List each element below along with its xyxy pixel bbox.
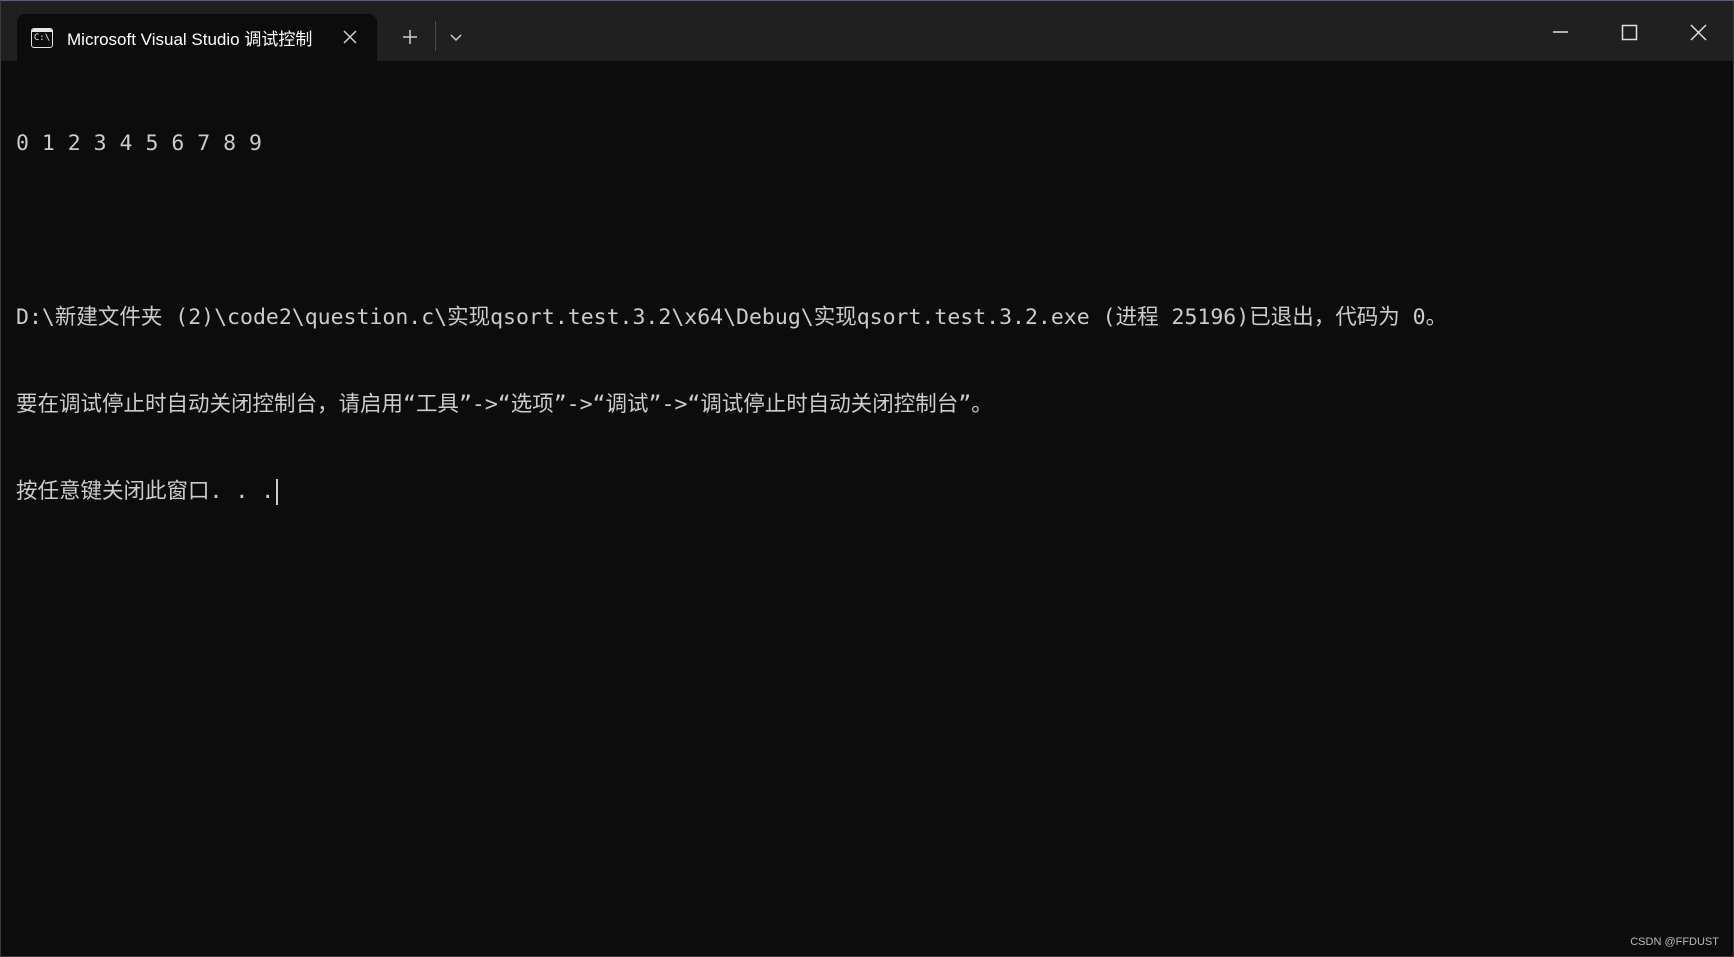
console-icon-text: C:\ <box>33 32 51 43</box>
console-line: D:\新建文件夹 (2)\code2\question.c\实现qsort.te… <box>16 305 1448 330</box>
console-line: 要在调试停止时自动关闭控制台，请启用“工具”->“选项”->“调试”->“调试停… <box>16 392 993 417</box>
console-output[interactable]: 0 1 2 3 4 5 6 7 8 9 D:\新建文件夹 (2)\code2\q… <box>16 71 1723 564</box>
title-bar[interactable]: C:\ Microsoft Visual Studio 调试控制台 <box>1 1 1733 61</box>
chevron-down-icon[interactable] <box>441 21 471 53</box>
maximize-icon[interactable] <box>1606 13 1652 51</box>
close-icon[interactable] <box>1675 13 1721 51</box>
plus-icon[interactable] <box>394 21 426 53</box>
console-line: 按任意键关闭此窗口. . . <box>16 479 275 504</box>
console-line: 0 1 2 3 4 5 6 7 8 9 <box>16 131 262 156</box>
tab-title: Microsoft Visual Studio 调试控制台 <box>67 30 313 49</box>
console-prompt-line: 按任意键关闭此窗口. . . <box>16 477 1723 506</box>
terminal-window: C:\ Microsoft Visual Studio 调试控制台 0 1 2 … <box>0 0 1734 957</box>
tab-close-icon[interactable] <box>337 24 363 50</box>
minimize-icon[interactable] <box>1537 13 1583 51</box>
tab-debug-console[interactable]: C:\ Microsoft Visual Studio 调试控制台 <box>17 14 377 61</box>
watermark: CSDN @FFDUST <box>1630 936 1719 948</box>
tab-separator <box>435 21 436 51</box>
text-cursor <box>276 479 279 505</box>
console-icon: C:\ <box>31 27 53 48</box>
